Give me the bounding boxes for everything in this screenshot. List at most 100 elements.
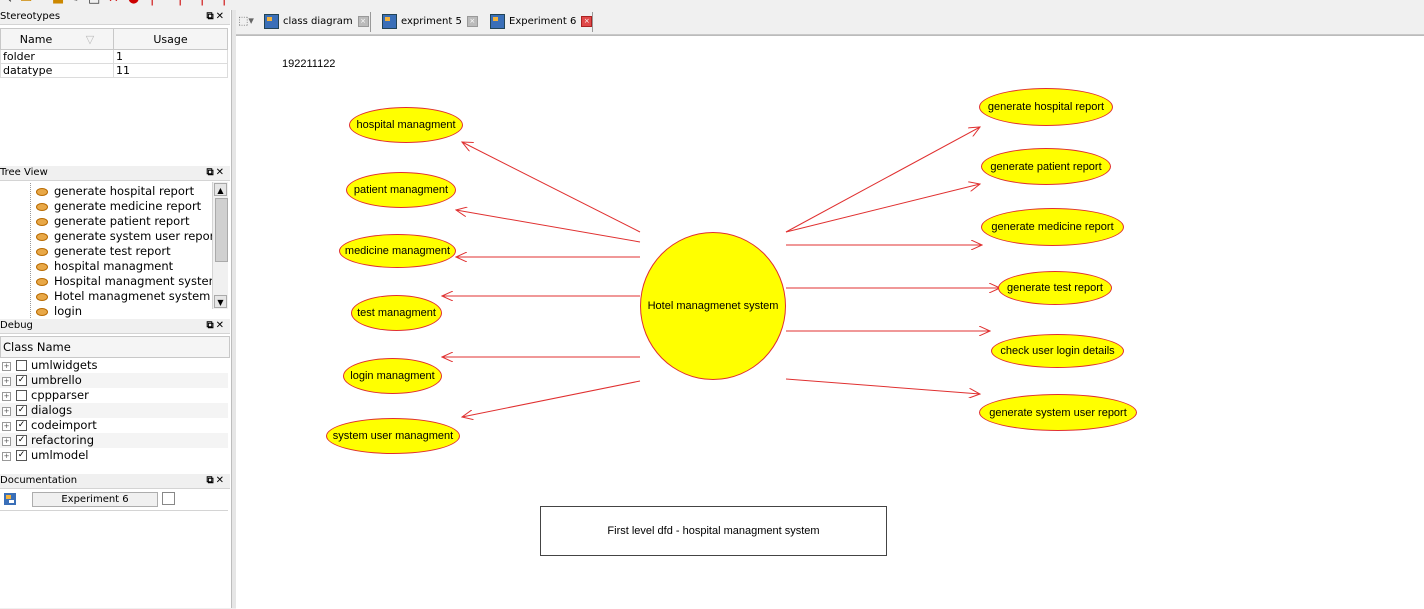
expand-icon[interactable]: + — [2, 422, 11, 431]
documentation-checkbox[interactable] — [162, 492, 175, 505]
close-icon[interactable]: × — [466, 15, 478, 27]
close-icon[interactable]: × — [581, 15, 593, 27]
usecase-icon — [36, 217, 48, 226]
scroll-up-icon[interactable]: ▲ — [214, 183, 227, 196]
dependency-tool-icon[interactable]: | — [178, 0, 192, 6]
tree-item[interactable]: hospital managment — [36, 259, 173, 274]
list-item[interactable]: + ✓ umbrello — [0, 373, 228, 388]
tree-view-scrollbar[interactable]: ▲ ▼ — [212, 182, 228, 309]
dock-float-close-icon[interactable]: ⧉✕ — [206, 166, 226, 180]
dock-float-close-icon[interactable]: ⧉✕ — [206, 319, 226, 333]
column-header-name[interactable]: Name ▽ — [0, 28, 114, 50]
diagram-id-text[interactable]: 192211122 — [282, 58, 335, 70]
tree-item[interactable]: Hospital managment system — [36, 274, 212, 289]
debug-class-list: + umlwidgets + ✓ umbrello + cppparser + ✓ dial… — [0, 358, 228, 463]
checkbox[interactable]: ✓ — [16, 435, 27, 446]
scroll-down-icon[interactable]: ▼ — [214, 295, 227, 308]
flow-arrow — [785, 184, 980, 233]
tree-item[interactable]: generate medicine report — [36, 199, 201, 214]
debug-column-header[interactable]: Class Name — [0, 336, 230, 358]
tab-expriment-5[interactable]: expriment 5 × — [382, 12, 478, 32]
documentation-object-button[interactable]: Experiment 6 — [32, 492, 158, 507]
expand-icon[interactable]: + — [2, 362, 11, 371]
central-system-usecase[interactable]: Hotel managmenet system — [640, 232, 786, 380]
list-item[interactable]: + ✓ umlmodel — [0, 448, 228, 463]
generalization-tool-icon[interactable]: | — [200, 0, 214, 6]
usecase-right[interactable]: generate medicine report — [981, 208, 1124, 246]
expand-icon[interactable]: + — [2, 452, 11, 461]
table-row[interactable]: datatype 11 — [0, 63, 228, 78]
debug-dock-title: Debug ⧉✕ — [0, 319, 230, 334]
checkbox[interactable]: ✓ — [16, 375, 27, 386]
column-header-usage[interactable]: Usage — [113, 28, 228, 50]
actor-tool-icon[interactable]: ✕ — [108, 0, 122, 6]
usecase-left[interactable]: system user managment — [326, 418, 460, 454]
text-tool-icon[interactable]: ▭ — [20, 0, 34, 6]
tree-item[interactable]: login — [36, 304, 82, 318]
dock-float-close-icon[interactable]: ⧉✕ — [206, 474, 226, 488]
tree-item[interactable]: generate test report — [36, 244, 171, 259]
new-diagram-icon[interactable]: ⬚▾ — [238, 14, 254, 27]
close-icon[interactable]: × — [357, 15, 369, 27]
usecase-right[interactable]: generate patient report — [981, 148, 1111, 185]
usecase-icon — [36, 232, 48, 241]
flow-arrow — [785, 127, 980, 233]
usecase-icon — [36, 307, 48, 316]
expand-icon[interactable]: + — [2, 377, 11, 386]
flow-arrow — [456, 210, 641, 243]
frame-tool-icon[interactable]: □ — [88, 0, 102, 6]
class-diagram-icon — [264, 13, 279, 29]
table-row[interactable]: folder 1 — [0, 49, 228, 64]
list-item[interactable]: + umlwidgets — [0, 358, 228, 373]
stereotypes-table: Name ▽ Usage folder 1 datatype 11 — [0, 28, 228, 78]
tree-branch-line — [30, 183, 32, 318]
usecase-right[interactable]: generate test report — [998, 271, 1112, 305]
flow-arrow — [785, 378, 980, 394]
usecase-icon — [36, 187, 48, 196]
usecase-right[interactable]: generate system user report — [979, 394, 1137, 431]
tree-view-title: Tree View — [0, 167, 48, 178]
list-item[interactable]: + cppparser — [0, 388, 228, 403]
list-item[interactable]: + ✓ dialogs — [0, 403, 228, 418]
usecase-left[interactable]: login managment — [343, 358, 442, 394]
usecase-left[interactable]: hospital managment — [349, 107, 463, 143]
expand-icon[interactable]: + — [2, 407, 11, 416]
expand-icon[interactable]: + — [2, 437, 11, 446]
box-tool-icon[interactable]: ■ — [52, 0, 66, 6]
tab-experiment-6[interactable]: Experiment 6 × — [490, 12, 593, 32]
tree-item[interactable]: generate system user report — [36, 229, 212, 244]
checkbox[interactable]: ✓ — [16, 405, 27, 416]
usecase-right[interactable]: generate hospital report — [979, 88, 1113, 126]
tab-class-diagram[interactable]: class diagram × — [264, 12, 369, 32]
tree-item[interactable]: generate hospital report — [36, 184, 194, 199]
tree-item[interactable]: Hotel managmenet system — [36, 289, 210, 304]
usecase-left[interactable]: patient managment — [346, 172, 456, 208]
association-tool-icon[interactable]: | — [150, 0, 164, 6]
dock-float-close-icon[interactable]: ⧉✕ — [206, 10, 226, 24]
select-tool-icon[interactable]: ↖ — [2, 0, 16, 6]
diagram-tab-bar: ⬚▾ class diagram × expriment 5 × Experimen… — [236, 10, 1424, 35]
usecase-left[interactable]: medicine managment — [339, 234, 456, 268]
main-toolbar: ↖ ▭ ■ ✎ □ ✕ ● | | | | — [0, 0, 1424, 8]
usecase-diagram-icon — [382, 13, 397, 29]
usecase-tool-icon[interactable]: ● — [128, 0, 142, 6]
pencil-tool-icon[interactable]: ✎ — [68, 0, 82, 6]
anchor-tool-icon[interactable]: | — [222, 0, 236, 6]
list-item[interactable]: + ✓ codeimport — [0, 418, 228, 433]
list-item[interactable]: + ✓ refactoring — [0, 433, 228, 448]
checkbox[interactable] — [16, 390, 27, 401]
sort-indicator-icon: ▽ — [85, 32, 95, 46]
documentation-dock-title: Documentation ⧉✕ — [0, 474, 230, 489]
tree-item[interactable]: generate patient report — [36, 214, 189, 229]
diagram-canvas[interactable]: 192211122 Hotel managmenet system hospit… — [236, 35, 1424, 609]
diagram-note[interactable]: First level dfd - hospital managment sys… — [540, 506, 887, 556]
flow-arrow — [462, 142, 641, 233]
usecase-left[interactable]: test managment — [351, 295, 442, 331]
checkbox[interactable] — [16, 360, 27, 371]
expand-icon[interactable]: + — [2, 392, 11, 401]
left-dock-panel: Stereotypes ⧉✕ Name ▽ Usage folder 1 dat… — [0, 10, 232, 608]
checkbox[interactable]: ✓ — [16, 450, 27, 461]
scroll-thumb[interactable] — [215, 198, 228, 262]
usecase-right[interactable]: check user login details — [991, 334, 1124, 368]
checkbox[interactable]: ✓ — [16, 420, 27, 431]
